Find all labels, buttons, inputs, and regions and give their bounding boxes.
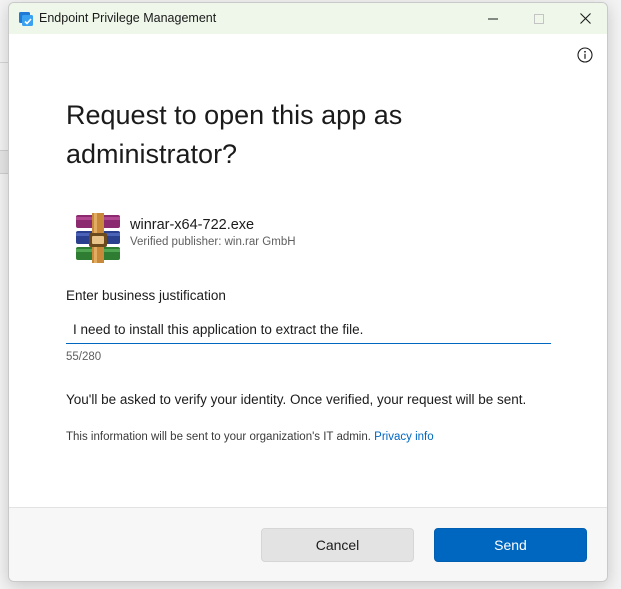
- endpoint-privilege-icon: [19, 12, 33, 26]
- minimize-icon: [488, 18, 498, 19]
- dialog-footer: Cancel Send: [9, 507, 607, 581]
- cancel-button[interactable]: Cancel: [261, 528, 414, 562]
- info-icon[interactable]: [577, 47, 593, 63]
- title-bar[interactable]: Endpoint Privilege Management: [9, 3, 607, 34]
- character-counter: 55/280: [66, 351, 102, 363]
- verify-identity-text: You'll be asked to verify your identity.…: [66, 392, 527, 407]
- window-title: Endpoint Privilege Management: [39, 11, 217, 25]
- send-button[interactable]: Send: [434, 528, 587, 562]
- dialog-heading: Request to open this app as administrato…: [66, 100, 403, 169]
- app-publisher: Verified publisher: win.rar GmbH: [130, 236, 296, 248]
- maximize-icon: [534, 13, 544, 24]
- it-admin-info-text: This information will be sent to your or…: [66, 431, 371, 443]
- privacy-info-link[interactable]: Privacy info: [374, 431, 433, 443]
- it-admin-info: This information will be sent to your or…: [66, 431, 434, 443]
- app-name: winrar-x64-722.exe: [130, 217, 255, 233]
- minimize-button[interactable]: [470, 3, 516, 34]
- winrar-icon: [76, 213, 120, 263]
- epm-dialog-window: Endpoint Privilege Management Request to…: [8, 2, 608, 582]
- close-button[interactable]: [562, 3, 607, 34]
- close-icon: [579, 13, 591, 24]
- justification-label: Enter business justification: [66, 288, 226, 303]
- justification-input[interactable]: [66, 316, 551, 344]
- maximize-button[interactable]: [516, 3, 562, 34]
